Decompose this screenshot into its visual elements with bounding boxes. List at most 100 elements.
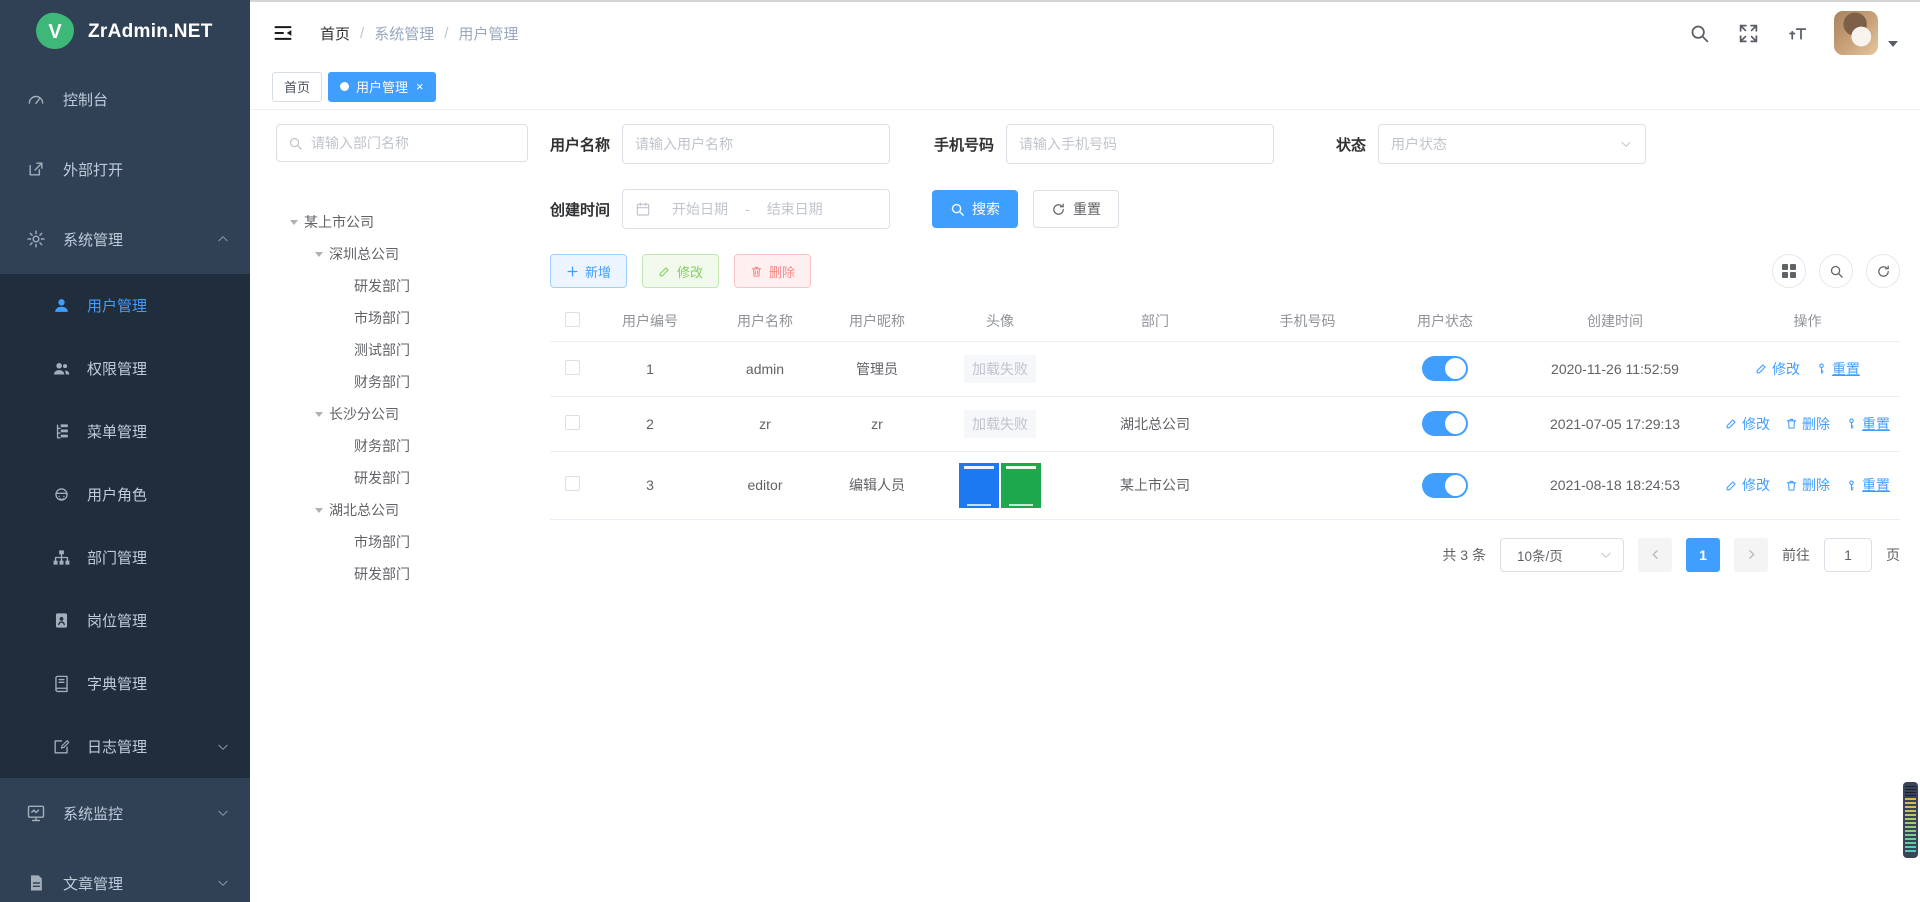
reset-password-link[interactable]: 重置 (1815, 359, 1860, 379)
delete-link-label: 删除 (1802, 475, 1830, 495)
tag-user-management[interactable]: 用户管理 × (328, 72, 436, 102)
table-tools (1772, 254, 1900, 288)
delete-button[interactable]: 删除 (734, 254, 811, 288)
gauge-icon (26, 89, 46, 109)
status-select[interactable]: 用户状态 (1378, 124, 1646, 164)
department-search[interactable] (276, 124, 528, 162)
tree-node[interactable]: 市场部门 (276, 302, 528, 334)
sidebar-item-system[interactable]: 系统管理 (0, 204, 250, 274)
add-button[interactable]: 新增 (550, 254, 627, 288)
edit-link[interactable]: 修改 (1725, 475, 1770, 495)
user-avatar[interactable] (1834, 11, 1878, 55)
scrollbar-widget[interactable] (1903, 782, 1918, 858)
sidebar-item-external[interactable]: 外部打开 (0, 134, 250, 204)
sidebar-item-roles[interactable]: 用户角色 (0, 463, 250, 526)
avatar-qr-image-blue[interactable] (959, 463, 999, 508)
sidebar-item-label: 字典管理 (87, 673, 147, 694)
avatar-qr-image-green[interactable] (1001, 463, 1041, 508)
search-icon[interactable] (1689, 23, 1710, 44)
cell-nickname: 编辑人员 (824, 451, 930, 519)
sidebar-item-dashboard[interactable]: 控制台 (0, 64, 250, 134)
reset-password-link[interactable]: 重置 (1845, 475, 1890, 495)
tree-node[interactable]: 财务部门 (276, 366, 528, 398)
search-button[interactable]: 搜索 (932, 190, 1018, 228)
close-icon[interactable]: × (416, 80, 424, 93)
goto-page-input[interactable] (1824, 538, 1872, 572)
tag-home[interactable]: 首页 (272, 72, 322, 102)
sidebar-item-users[interactable]: 用户管理 (0, 274, 250, 337)
cell-user-id: 1 (594, 341, 706, 396)
tree-node-label: 研发部门 (354, 564, 410, 584)
caret-down-icon[interactable] (309, 252, 329, 257)
topbar-actions (1661, 11, 1898, 55)
sidebar-item-label: 控制台 (63, 89, 108, 110)
tree-node[interactable]: 长沙分公司 (276, 398, 528, 430)
tree-node[interactable]: 研发部门 (276, 558, 528, 590)
sidebar-item-dictionary[interactable]: 字典管理 (0, 652, 250, 715)
tree-node-label: 深圳总公司 (329, 244, 399, 264)
tree-node[interactable]: 某上市公司 (276, 206, 528, 238)
sidebar-item-logs[interactable]: 日志管理 (0, 715, 250, 778)
cell-phone (1240, 451, 1375, 519)
status-toggle[interactable] (1422, 356, 1468, 381)
tree-node[interactable]: 深圳总公司 (276, 238, 528, 270)
tree-node[interactable]: 财务部门 (276, 430, 528, 462)
fullscreen-icon[interactable] (1738, 23, 1759, 44)
pen-icon (1725, 417, 1738, 430)
edit-button[interactable]: 修改 (642, 254, 719, 288)
sidebar-item-posts[interactable]: 岗位管理 (0, 589, 250, 652)
sidebar-item-monitor[interactable]: 系统监控 (0, 778, 250, 848)
breadcrumb-home[interactable]: 首页 (320, 23, 350, 44)
breadcrumb-section[interactable]: 系统管理 (374, 23, 434, 44)
show-search-button[interactable] (1819, 254, 1853, 288)
status-toggle[interactable] (1422, 473, 1468, 498)
delete-link[interactable]: 删除 (1785, 475, 1830, 495)
brand[interactable]: V ZrAdmin.NET (0, 0, 250, 64)
user-menu[interactable] (1834, 11, 1898, 55)
cell-username: admin (706, 341, 824, 396)
reset-button[interactable]: 重置 (1033, 190, 1119, 228)
username-label: 用户名称 (550, 134, 610, 155)
caret-down-icon[interactable] (309, 412, 329, 417)
edit-link[interactable]: 修改 (1725, 414, 1770, 434)
tag-label: 用户管理 (356, 77, 408, 96)
page-number-current[interactable]: 1 (1686, 538, 1720, 572)
date-range-picker[interactable]: 开始日期 - 结束日期 (622, 189, 890, 229)
tags-bar: 首页 用户管理 × (250, 64, 1920, 110)
tree-node[interactable]: 研发部门 (276, 462, 528, 494)
sidebar-collapse-icon[interactable] (272, 23, 294, 43)
username-input[interactable] (635, 136, 877, 152)
refresh-table-button[interactable] (1866, 254, 1900, 288)
caret-down-icon[interactable] (309, 508, 329, 513)
pen-icon (1725, 479, 1738, 492)
reset-password-link[interactable]: 重置 (1845, 414, 1890, 434)
sidebar-item-label: 外部打开 (63, 159, 123, 180)
tree-node[interactable]: 测试部门 (276, 334, 528, 366)
tree-node[interactable]: 研发部门 (276, 270, 528, 302)
row-checkbox[interactable] (565, 360, 580, 375)
prev-page-button[interactable] (1638, 538, 1672, 572)
delete-link[interactable]: 删除 (1785, 414, 1830, 434)
sidebar-item-departments[interactable]: 部门管理 (0, 526, 250, 589)
row-checkbox[interactable] (565, 476, 580, 491)
tree-node[interactable]: 市场部门 (276, 526, 528, 558)
tree-node[interactable]: 湖北总公司 (276, 494, 528, 526)
col-username: 用户名称 (706, 301, 824, 341)
department-search-input[interactable] (311, 135, 516, 151)
tree-node-label: 市场部门 (354, 308, 410, 328)
sidebar-item-articles[interactable]: 文章管理 (0, 848, 250, 902)
columns-grid-button[interactable] (1772, 254, 1806, 288)
gear-icon (26, 229, 46, 249)
page-size-select[interactable]: 10条/页 (1500, 538, 1624, 572)
select-all-checkbox[interactable] (565, 312, 580, 327)
next-page-button[interactable] (1734, 538, 1768, 572)
row-checkbox[interactable] (565, 415, 580, 430)
edit-link[interactable]: 修改 (1755, 359, 1800, 379)
caret-down-icon[interactable] (284, 220, 304, 225)
phone-input[interactable] (1019, 136, 1261, 152)
sidebar-item-permissions[interactable]: 权限管理 (0, 337, 250, 400)
status-toggle[interactable] (1422, 411, 1468, 436)
cell-created: 2021-07-05 17:29:13 (1515, 396, 1715, 451)
font-size-icon[interactable] (1787, 23, 1808, 44)
sidebar-item-menus[interactable]: 菜单管理 (0, 400, 250, 463)
